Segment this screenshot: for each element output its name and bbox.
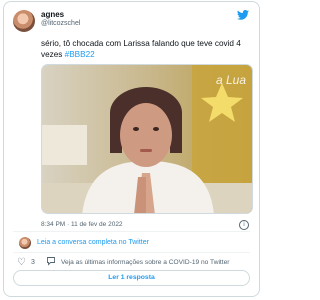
- twitter-bird-icon[interactable]: [237, 10, 249, 20]
- like-count[interactable]: 3: [31, 259, 35, 266]
- embedded-tweet-card: agnes @litcozschel sério, tô chocada com…: [3, 1, 260, 297]
- read-replies-button[interactable]: Ler 1 resposta: [13, 270, 250, 286]
- read-conversation-link[interactable]: Leia a conversa completa no Twitter: [37, 239, 149, 246]
- info-icon[interactable]: i: [239, 220, 249, 230]
- heart-icon[interactable]: ♡: [17, 258, 26, 268]
- author-name[interactable]: agnes: [41, 10, 64, 19]
- covid-info-link[interactable]: Veja as últimas informações sobre a COVI…: [61, 259, 229, 266]
- speech-bubble-icon[interactable]: [46, 256, 56, 266]
- tweet-video-thumbnail[interactable]: a Lua: [41, 64, 253, 214]
- tweet-timestamp[interactable]: 8:34 PM · 11 de fev de 2022: [41, 221, 123, 228]
- tweet-text: sério, tô chocada com Larissa falando qu…: [41, 38, 253, 60]
- hashtag-link[interactable]: #BBB22: [65, 50, 95, 59]
- author-handle[interactable]: @litcozschel: [41, 20, 80, 27]
- divider: [13, 231, 250, 232]
- video-frame: [42, 65, 252, 213]
- conversation-avatar: [19, 237, 31, 249]
- author-avatar[interactable]: [13, 10, 35, 32]
- divider: [13, 252, 250, 253]
- video-overlay-text: a Lua: [215, 73, 246, 87]
